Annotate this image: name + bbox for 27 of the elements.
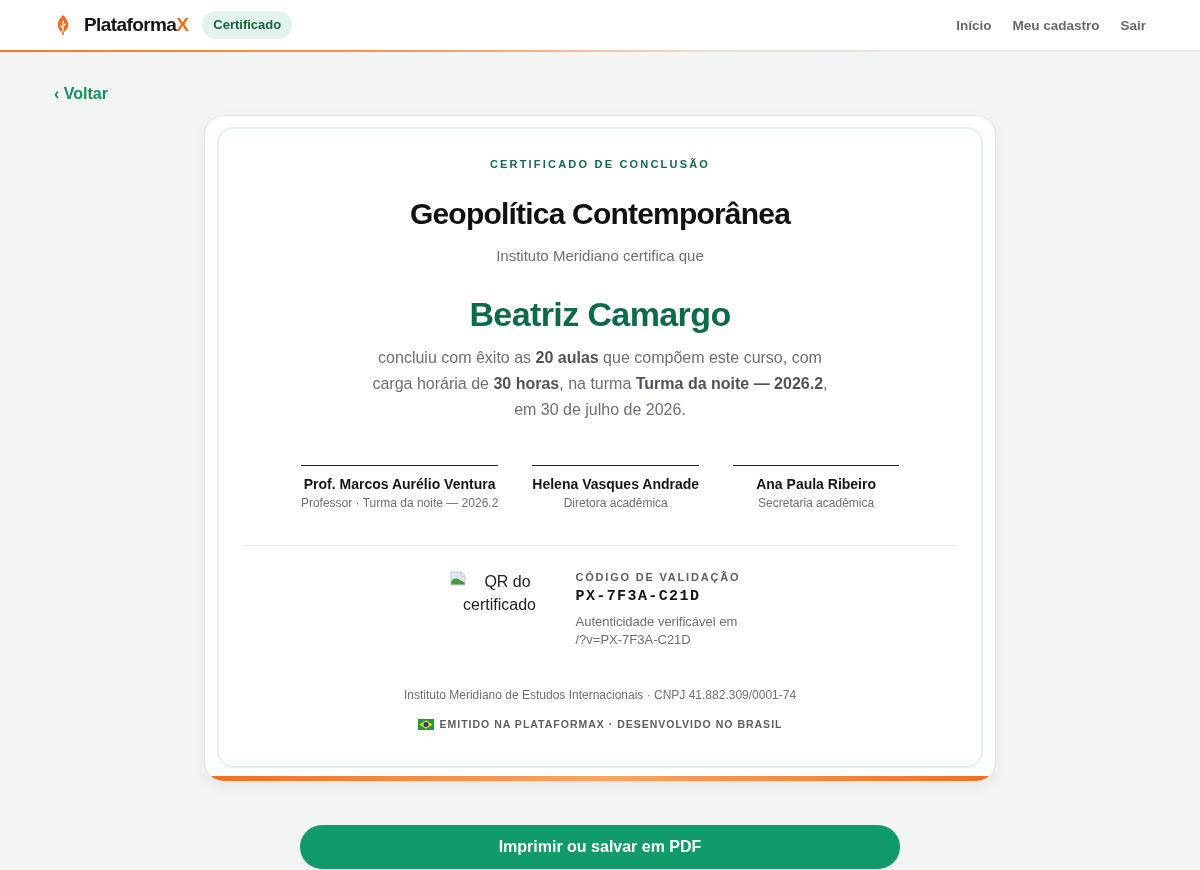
platform-line: EMITIDO NA PLATAFORMAX · DESENVOLVIDO NO BRASIL [439,717,783,731]
brand-name: PlataformaX [84,14,189,36]
qr-alt-text: QR do certificado [463,573,536,613]
validation-note: Autenticidade verificável em /?v=PX-7F3A-C21D [575,613,739,649]
signer-role: Professor · Turma da noite — 2026.2 [300,495,499,511]
certificate-eyebrow: CERTIFICADO DE CONCLUSÃO [488,157,712,171]
broken-image-icon [449,570,466,586]
page-badge: Certificado [202,11,293,39]
institution-footer: Instituto Meridiano de Estudos Internacionais · CNPJ 41.882.309/0001-74 [243,687,957,703]
nav-link[interactable]: Início [956,17,992,33]
signer-name: Prof. Marcos Aurélio Ventura [302,475,497,493]
student-name: Beatriz Camargo [468,294,732,334]
nav-link[interactable]: Sair [1120,17,1146,33]
flag-icon [417,718,434,730]
validation-code: PX-7F3A-C21D [575,587,702,607]
signer-role: Secretaria acadêmica [757,495,876,511]
back-link[interactable]: ‹ Voltar [54,85,108,103]
course-title: Geopolítica Contemporânea [408,196,792,232]
print-button[interactable]: Imprimir ou salvar em PDF [300,825,900,869]
signer-name: Helena Vasques Andrade [532,475,700,493]
signer-role: Diretora acadêmica [562,495,669,511]
signer-name: Ana Paula Ribeiro [755,475,877,493]
validation-label: CÓDIGO DE VALIDAÇÃO [575,570,742,584]
leaf-icon [57,15,69,35]
issuer-line: Instituto Meridiano certifica que [495,246,705,266]
nav-link[interactable]: Meu cadastro [1012,17,1100,33]
completion-text: concluiu com êxito as 20 aulas que compõem este curso, com carga horária de 30 horas, na turma Turma da noite — 2026.2, em 30 de julho de 2026. [371,348,829,420]
